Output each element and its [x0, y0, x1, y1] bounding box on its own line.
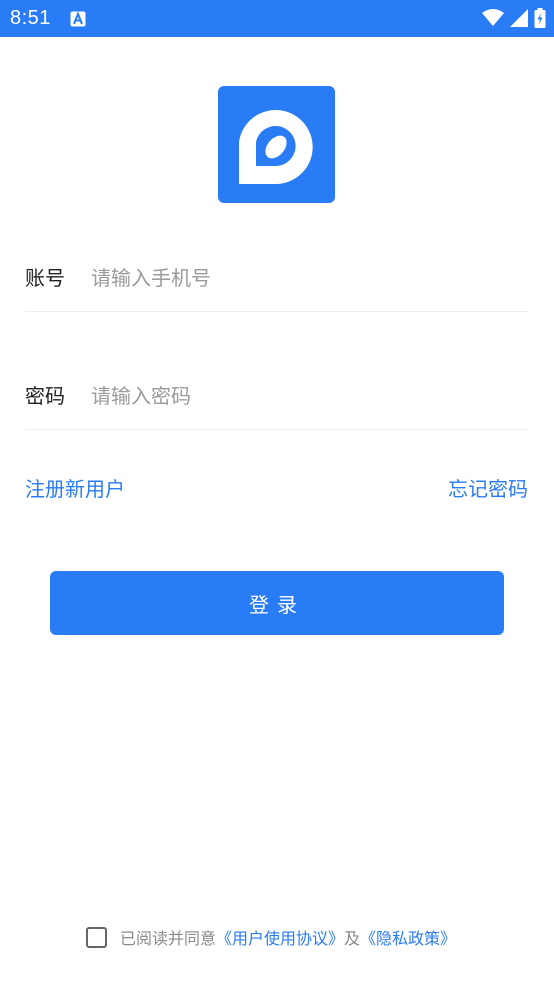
agreement-row: 已阅读并同意 《用户使用协议》 及 《隐私政策》 [86, 924, 456, 950]
app-logo [218, 86, 335, 203]
battery-charging-icon [534, 8, 546, 28]
status-icons [482, 8, 546, 28]
account-row: 账号 [25, 263, 528, 312]
password-row: 密码 [25, 381, 528, 430]
privacy-policy-link[interactable]: 《隐私政策》 [360, 925, 456, 949]
status-bar: 8:51 [0, 0, 554, 37]
register-link[interactable]: 注册新用户 [25, 476, 125, 502]
phone-input[interactable] [91, 263, 511, 293]
a-notification-icon [70, 11, 86, 27]
password-label: 密码 [25, 384, 65, 408]
login-button[interactable]: 登录 [50, 571, 504, 635]
password-input[interactable] [91, 381, 511, 411]
wifi-icon [482, 9, 504, 26]
agreement-checkbox[interactable] [86, 926, 107, 948]
agreement-conjunction: 及 [344, 929, 361, 948]
signal-icon [510, 9, 528, 27]
user-agreement-link[interactable]: 《用户使用协议》 [216, 925, 344, 949]
status-time: 8:51 [10, 7, 51, 29]
forgot-password-link[interactable]: 忘记密码 [448, 476, 528, 502]
agreement-prefix: 已阅读并同意 [120, 929, 217, 948]
account-label: 账号 [25, 266, 65, 290]
app-logo-icon [239, 110, 313, 184]
